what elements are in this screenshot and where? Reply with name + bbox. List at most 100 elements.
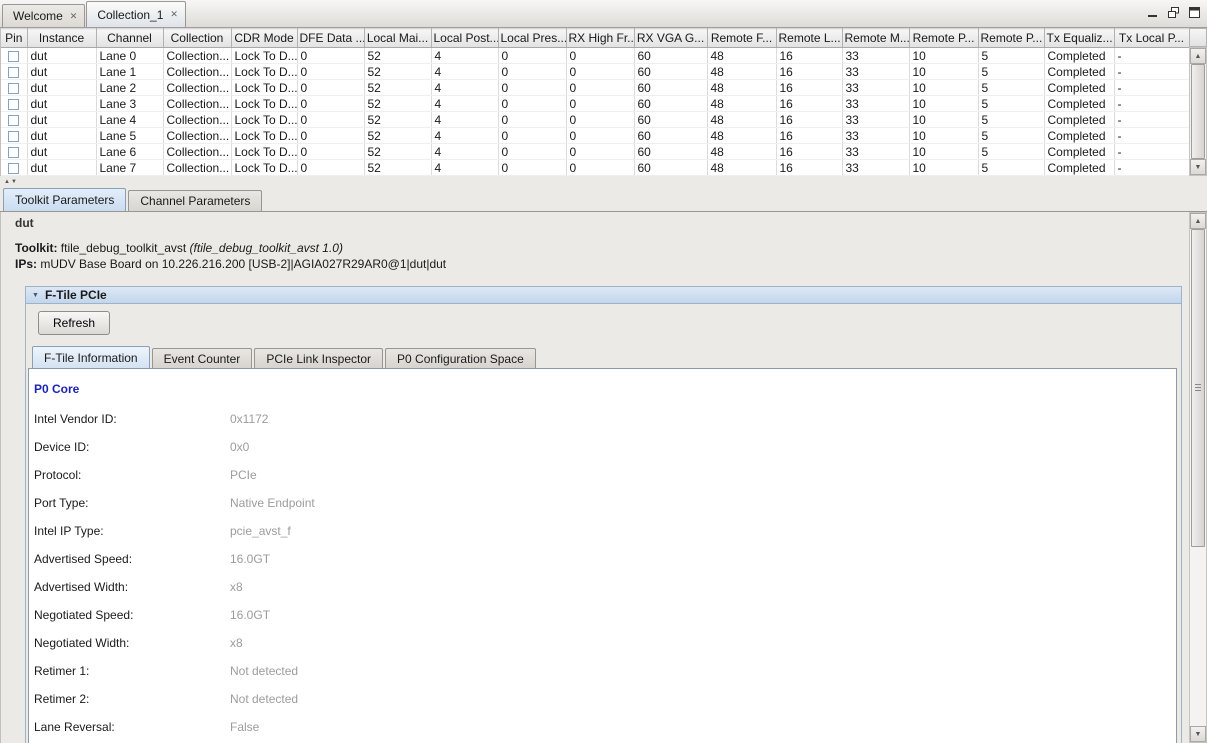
table-cell: 10: [909, 96, 978, 112]
table-cell: -: [1114, 112, 1189, 128]
column-header-17[interactable]: Tx Local P...: [1114, 29, 1189, 48]
table-scrollbar-thumb[interactable]: [1191, 64, 1205, 159]
scroll-down-icon[interactable]: ▼: [1190, 726, 1206, 742]
table-cell: 0: [498, 96, 566, 112]
channel-table: PinInstanceChannelCollectionCDR ModeDFE …: [1, 28, 1189, 176]
pin-checkbox[interactable]: [8, 115, 19, 126]
table-cell: -: [1114, 144, 1189, 160]
table-row[interactable]: dutLane 5Collection...Lock To D...052400…: [1, 128, 1189, 144]
ftile-pcie-section-header[interactable]: ▼ F-Tile PCIe: [26, 287, 1181, 304]
column-header-5[interactable]: DFE Data ...: [297, 29, 364, 48]
table-cell: dut: [27, 112, 96, 128]
column-header-15[interactable]: Remote P...: [978, 29, 1044, 48]
pin-checkbox[interactable]: [8, 131, 19, 142]
pin-cell: [1, 48, 27, 64]
column-header-10[interactable]: RX VGA G...: [634, 29, 707, 48]
panel-scrollbar-thumb[interactable]: [1191, 229, 1205, 547]
table-cell: Completed: [1044, 112, 1114, 128]
column-header-4[interactable]: CDR Mode: [231, 29, 297, 48]
tab-p0-configuration-space[interactable]: P0 Configuration Space: [385, 348, 536, 368]
table-cell: 52: [364, 64, 431, 80]
pin-checkbox[interactable]: [8, 163, 19, 174]
restore-icon[interactable]: [1168, 7, 1179, 18]
scroll-down-icon[interactable]: ▼: [1190, 159, 1206, 175]
tab-collection-1[interactable]: Collection_1 ✕: [86, 1, 186, 27]
column-header-1[interactable]: Instance: [27, 29, 96, 48]
column-header-13[interactable]: Remote M...: [842, 29, 909, 48]
table-cell: Collection...: [163, 160, 231, 176]
tab-event-counter[interactable]: Event Counter: [152, 348, 253, 368]
table-cell: 0: [498, 48, 566, 64]
table-row[interactable]: dutLane 6Collection...Lock To D...052400…: [1, 144, 1189, 160]
table-cell: 4: [431, 80, 498, 96]
column-header-2[interactable]: Channel: [96, 29, 163, 48]
table-cell: Collection...: [163, 80, 231, 96]
table-row[interactable]: dutLane 2Collection...Lock To D...052400…: [1, 80, 1189, 96]
column-header-14[interactable]: Remote P...: [909, 29, 978, 48]
table-cell: 0: [297, 64, 364, 80]
scroll-up-icon[interactable]: ▲: [1190, 48, 1206, 64]
collapse-icon[interactable]: ▼: [32, 292, 39, 299]
table-cell: 33: [842, 160, 909, 176]
table-cell: Completed: [1044, 96, 1114, 112]
column-header-7[interactable]: Local Post...: [431, 29, 498, 48]
table-cell: 60: [634, 144, 707, 160]
table-row[interactable]: dutLane 7Collection...Lock To D...052400…: [1, 160, 1189, 176]
tab-welcome[interactable]: Welcome ✕: [2, 4, 85, 27]
tab-channel-parameters[interactable]: Channel Parameters: [128, 190, 262, 211]
table-scrollbar[interactable]: ▲ ▼: [1189, 47, 1207, 176]
table-cell: 0: [297, 48, 364, 64]
close-icon[interactable]: ✕: [70, 12, 78, 21]
column-header-9[interactable]: RX High Fr...: [566, 29, 634, 48]
table-cell: 0: [566, 112, 634, 128]
pin-checkbox[interactable]: [8, 147, 19, 158]
maximize-icon[interactable]: [1189, 7, 1200, 18]
refresh-button[interactable]: Refresh: [38, 311, 110, 335]
tab-toolkit-parameters[interactable]: Toolkit Parameters: [3, 188, 126, 211]
table-row[interactable]: dutLane 0Collection...Lock To D...052400…: [1, 48, 1189, 64]
table-row[interactable]: dutLane 4Collection...Lock To D...052400…: [1, 112, 1189, 128]
tab-ftile-information-label: F-Tile Information: [44, 351, 138, 365]
column-header-3[interactable]: Collection: [163, 29, 231, 48]
pin-checkbox[interactable]: [8, 51, 19, 62]
column-header-6[interactable]: Local Mai...: [364, 29, 431, 48]
table-row[interactable]: dutLane 1Collection...Lock To D...052400…: [1, 64, 1189, 80]
field-row: Port Type:Native Endpoint: [29, 489, 1176, 517]
close-icon[interactable]: ✕: [170, 10, 178, 19]
pin-checkbox[interactable]: [8, 83, 19, 94]
panel-scrollbar-track[interactable]: [1190, 229, 1206, 726]
pin-checkbox[interactable]: [8, 99, 19, 110]
field-row: Retimer 1:Not detected: [29, 657, 1176, 685]
table-cell: 4: [431, 96, 498, 112]
field-label: Retimer 2:: [34, 692, 230, 706]
column-header-11[interactable]: Remote F...: [707, 29, 776, 48]
split-sash[interactable]: ▲▼: [0, 176, 1207, 188]
column-header-16[interactable]: Tx Equaliz...: [1044, 29, 1114, 48]
table-cell: 52: [364, 80, 431, 96]
table-cell: Completed: [1044, 160, 1114, 176]
table-cell: 48: [707, 128, 776, 144]
panel-scrollbar[interactable]: ▲ ▼: [1189, 212, 1207, 743]
table-row[interactable]: dutLane 3Collection...Lock To D...052400…: [1, 96, 1189, 112]
table-scrollbar-track[interactable]: [1190, 64, 1206, 159]
table-cell: 52: [364, 48, 431, 64]
table-cell: 16: [776, 48, 842, 64]
table-cell: 10: [909, 144, 978, 160]
pin-cell: [1, 112, 27, 128]
pin-checkbox[interactable]: [8, 67, 19, 78]
tab-pcie-link-inspector[interactable]: PCIe Link Inspector: [254, 348, 383, 368]
column-header-8[interactable]: Local Pres...: [498, 29, 566, 48]
table-cell: 0: [566, 96, 634, 112]
column-header-0[interactable]: Pin: [1, 29, 27, 48]
scroll-up-icon[interactable]: ▲: [1190, 213, 1206, 229]
sash-grip-icon[interactable]: ▲▼: [4, 179, 18, 185]
table-cell: Collection...: [163, 112, 231, 128]
minimize-icon[interactable]: [1147, 7, 1158, 18]
table-cell: 10: [909, 128, 978, 144]
tab-ftile-information[interactable]: F-Tile Information: [32, 346, 150, 368]
table-cell: -: [1114, 96, 1189, 112]
table-cell: 0: [498, 160, 566, 176]
column-header-12[interactable]: Remote L...: [776, 29, 842, 48]
field-label: Retimer 1:: [34, 664, 230, 678]
field-label: Negotiated Speed:: [34, 608, 230, 622]
